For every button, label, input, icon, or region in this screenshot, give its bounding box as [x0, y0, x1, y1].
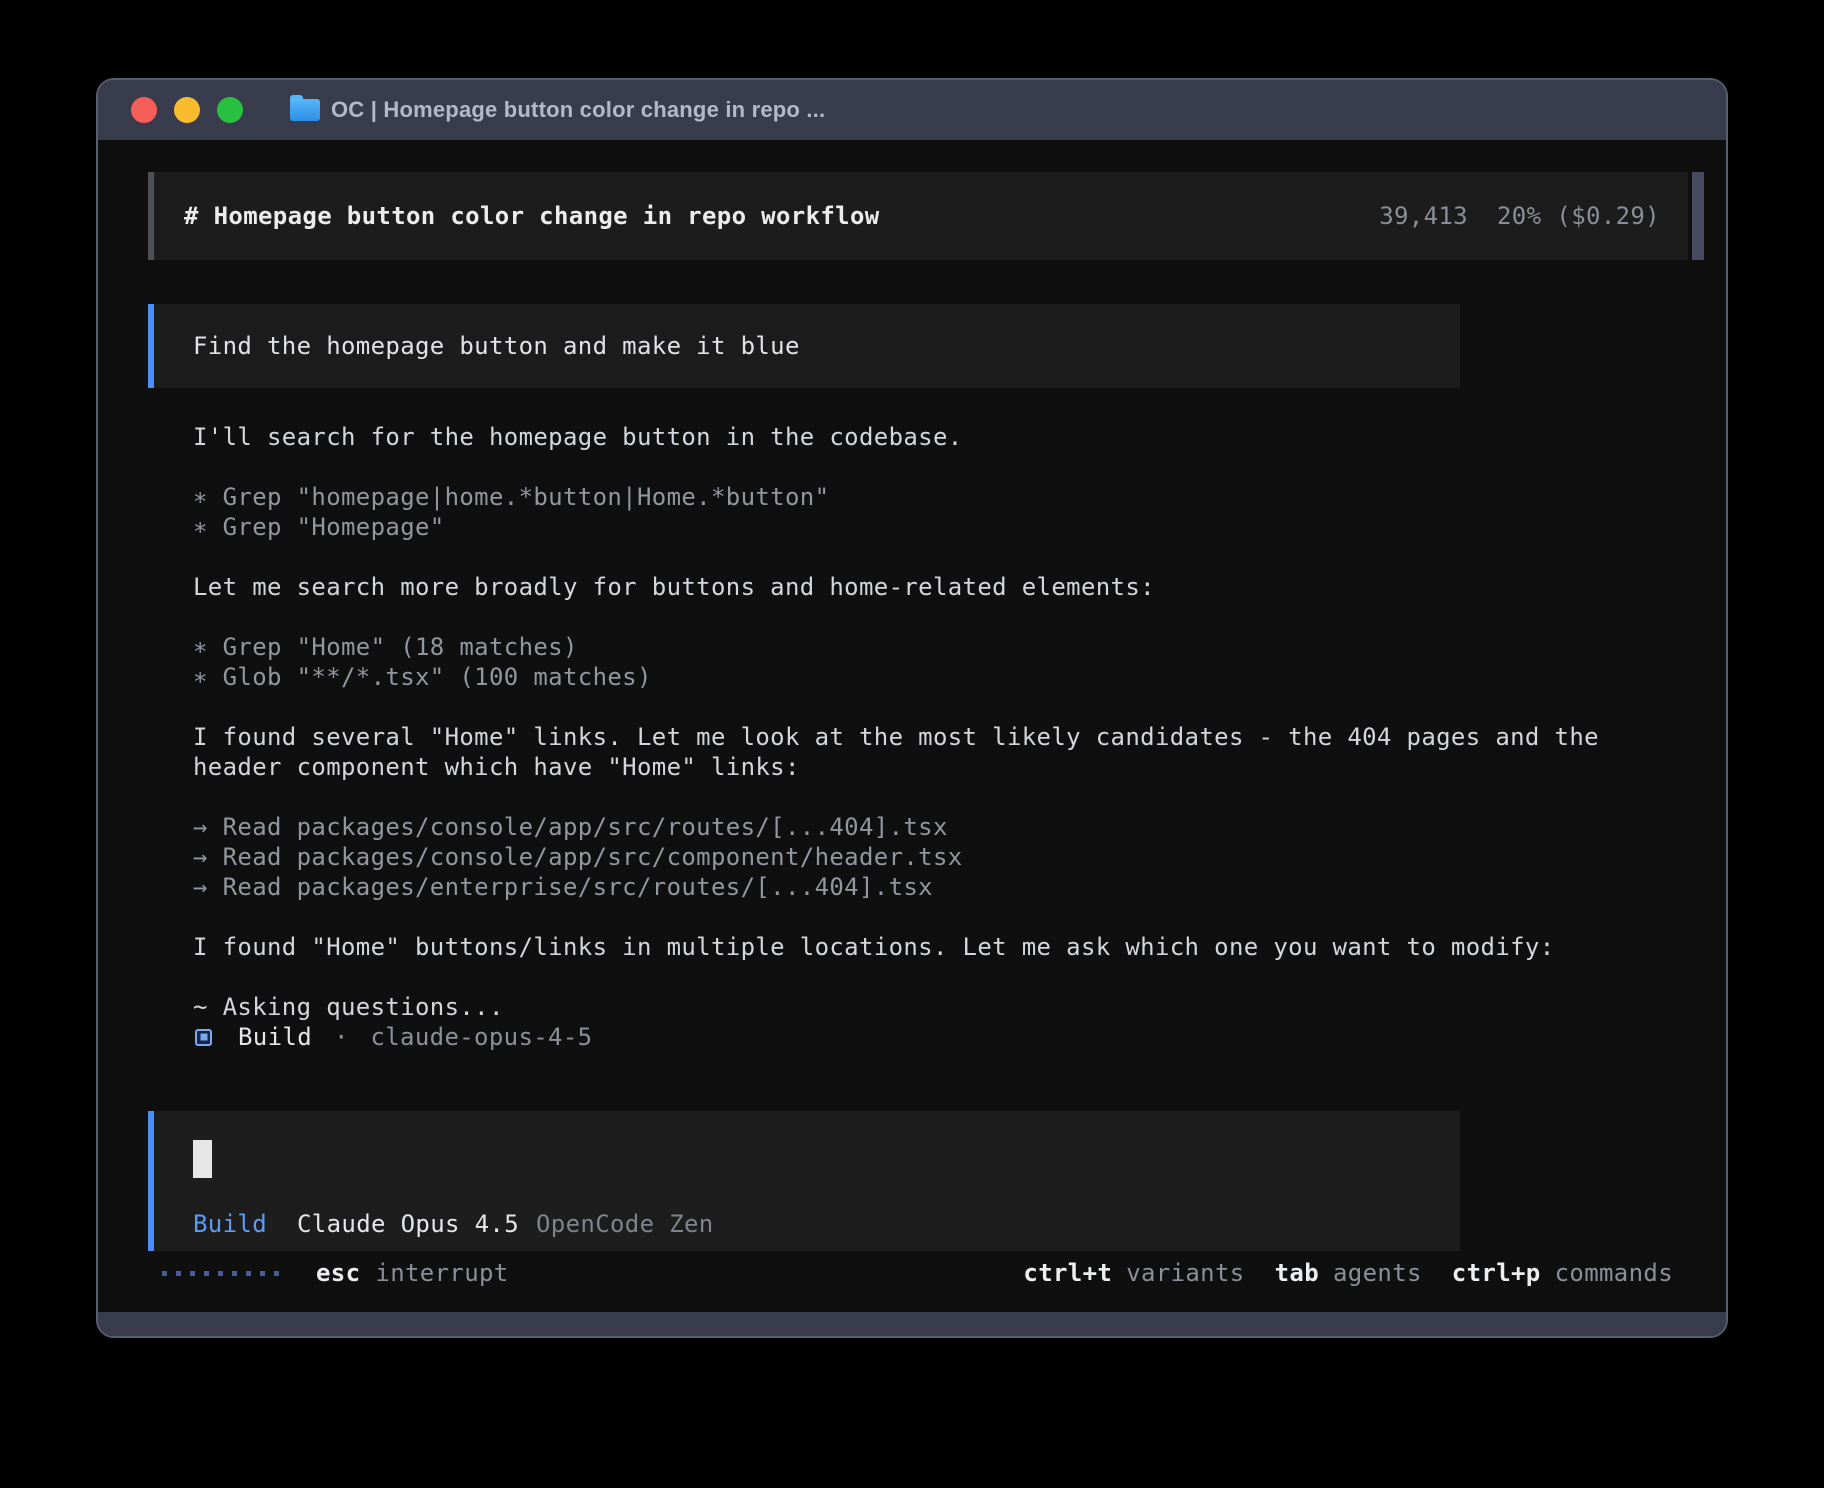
window-bottom-frame: [98, 1312, 1726, 1336]
esc-key-label: interrupt: [375, 1259, 508, 1287]
conversation: I'll search for the homepage button in t…: [193, 422, 1693, 1052]
spinner-dot: [190, 1271, 195, 1276]
spinner-dot: [218, 1271, 223, 1276]
folder-icon: [290, 99, 320, 121]
session-title: # Homepage button color change in repo w…: [184, 202, 880, 230]
spinner-dot: [176, 1271, 181, 1276]
conversation-line: ∗ Grep "homepage|home.*button|Home.*butt…: [193, 482, 1693, 512]
input-model-label: Claude Opus 4.5: [297, 1210, 519, 1238]
conversation-line: ∗ Grep "Homepage": [193, 512, 1693, 542]
spinner-dot: [260, 1271, 265, 1276]
conversation-lines: I'll search for the homepage button in t…: [193, 422, 1693, 1022]
build-line: Build · claude-opus-4-5: [193, 1022, 1693, 1052]
scrollbar-thumb[interactable]: [1692, 172, 1704, 260]
close-button[interactable]: [131, 97, 157, 123]
shortcut-label: commands: [1555, 1259, 1673, 1287]
activity-spinner-dots: [162, 1271, 279, 1276]
input-agent-label: Build: [193, 1210, 267, 1238]
conversation-line: [193, 542, 1693, 572]
conversation-line: → Read packages/enterprise/src/routes/[.…: [193, 872, 1693, 902]
esc-key-hint: esc: [316, 1259, 360, 1287]
shortcut-key: tab: [1275, 1259, 1319, 1287]
shortcut-label: variants: [1126, 1259, 1244, 1287]
spinner-dot: [162, 1271, 167, 1276]
conversation-line: Let me search more broadly for buttons a…: [193, 572, 1693, 602]
shortcut-hint: tab agents: [1275, 1259, 1422, 1287]
shortcut-hint: ctrl+t variants: [1023, 1259, 1244, 1287]
conversation-line: I found "Home" buttons/links in multiple…: [193, 932, 1693, 962]
build-model-name: claude-opus-4-5: [370, 1023, 592, 1051]
conversation-line: → Read packages/console/app/src/routes/[…: [193, 812, 1693, 842]
conversation-line: I'll search for the homepage button in t…: [193, 422, 1693, 452]
text-cursor: [193, 1140, 212, 1178]
spinner-dot: [274, 1271, 279, 1276]
minimize-button[interactable]: [174, 97, 200, 123]
build-separator: ·: [334, 1023, 348, 1051]
shortcut-hints: ctrl+t variants tab agents ctrl+p commands: [1023, 1259, 1673, 1287]
conversation-line: [193, 962, 1693, 992]
build-agent-icon: [195, 1029, 212, 1046]
conversation-line: I found several "Home" links. Let me loo…: [193, 722, 1693, 752]
status-bar: esc interrupt ctrl+tvariantstabagentsctr…: [162, 1258, 1673, 1288]
session-stats: 39,413 20% ($0.29): [1379, 202, 1660, 230]
shortcut-hint: ctrl+p commands: [1452, 1259, 1673, 1287]
user-message: Find the homepage button and make it blu…: [148, 304, 1460, 388]
session-header: # Homepage button color change in repo w…: [148, 172, 1688, 260]
session-cost: ($0.29): [1556, 202, 1660, 230]
user-message-text: Find the homepage button and make it blu…: [193, 332, 800, 360]
shortcut-label: agents: [1333, 1259, 1422, 1287]
conversation-line: [193, 902, 1693, 932]
conversation-line: [193, 692, 1693, 722]
context-percent: 20%: [1497, 202, 1541, 230]
conversation-line: ∗ Grep "Home" (18 matches): [193, 632, 1693, 662]
build-agent-name: Build: [238, 1023, 312, 1051]
conversation-line: [193, 782, 1693, 812]
token-count: 39,413: [1379, 202, 1468, 230]
conversation-line: ~ Asking questions...: [193, 992, 1693, 1022]
window-title: OC | Homepage button color change in rep…: [331, 97, 825, 123]
input-status-row: Build Claude Opus 4.5 OpenCode Zen: [193, 1210, 714, 1238]
window-titlebar: OC | Homepage button color change in rep…: [98, 80, 1726, 140]
conversation-line: header component which have "Home" links…: [193, 752, 1693, 782]
spinner-dot: [204, 1271, 209, 1276]
shortcut-key: ctrl+p: [1452, 1259, 1541, 1287]
terminal-window: OC | Homepage button color change in rep…: [96, 78, 1728, 1338]
conversation-line: [193, 602, 1693, 632]
spinner-dot: [246, 1271, 251, 1276]
spinner-dot: [232, 1271, 237, 1276]
input-provider-label: OpenCode Zen: [536, 1210, 714, 1238]
shortcut-key: ctrl+t: [1023, 1259, 1112, 1287]
zoom-button[interactable]: [217, 97, 243, 123]
conversation-line: ∗ Glob "**/*.tsx" (100 matches): [193, 662, 1693, 692]
conversation-line: → Read packages/console/app/src/componen…: [193, 842, 1693, 872]
conversation-line: [193, 452, 1693, 482]
prompt-input[interactable]: Build Claude Opus 4.5 OpenCode Zen: [148, 1111, 1460, 1251]
